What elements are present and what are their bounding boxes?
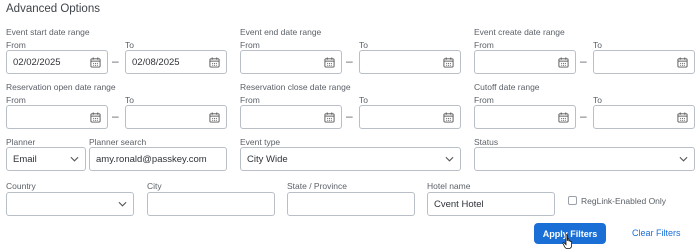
clear-filters-link[interactable]: Clear Filters xyxy=(632,228,681,238)
event-type-label: Event type xyxy=(240,137,281,147)
country-label: Country xyxy=(6,181,36,191)
range-separator: – xyxy=(580,109,587,123)
event-create-to-label: To xyxy=(593,40,602,50)
chevron-down-icon xyxy=(118,201,127,207)
event-start-to-label: To xyxy=(125,40,134,50)
event-start-to-input[interactable]: 02/08/2025 xyxy=(125,50,227,74)
reglink-checkbox[interactable] xyxy=(568,196,577,205)
event-create-label: Event create date range xyxy=(474,27,565,37)
calendar-icon[interactable] xyxy=(324,111,335,123)
planner-label: Planner xyxy=(6,137,36,147)
event-start-from-input[interactable]: 02/02/2025 xyxy=(6,50,108,74)
res-open-label: Reservation open date range xyxy=(6,82,116,92)
planner-select[interactable]: Email xyxy=(6,147,86,171)
event-start-to-value: 02/08/2025 xyxy=(132,56,180,68)
state-input[interactable] xyxy=(287,192,415,216)
cutoff-label: Cutoff date range xyxy=(474,82,540,92)
status-label: Status xyxy=(474,137,499,147)
event-end-from-input[interactable] xyxy=(240,50,342,74)
res-open-from-input[interactable] xyxy=(6,105,108,129)
planner-search-label: Planner search xyxy=(89,137,147,147)
res-close-to-input[interactable] xyxy=(359,105,461,129)
cutoff-from-label: From xyxy=(474,95,494,105)
res-close-to-label: To xyxy=(359,95,368,105)
range-separator: – xyxy=(112,109,119,123)
res-open-to-label: To xyxy=(125,95,134,105)
calendar-icon[interactable] xyxy=(209,56,220,68)
calendar-icon[interactable] xyxy=(324,56,335,68)
hand-pointer-cursor-icon xyxy=(562,234,572,249)
chevron-down-icon xyxy=(679,156,688,162)
range-separator: – xyxy=(346,54,353,68)
calendar-icon[interactable] xyxy=(558,111,569,123)
calendar-icon[interactable] xyxy=(443,56,454,68)
calendar-icon[interactable] xyxy=(677,111,688,123)
event-create-from-input[interactable] xyxy=(474,50,576,74)
range-separator: – xyxy=(580,54,587,68)
res-close-label: Reservation close date range xyxy=(240,82,351,92)
cutoff-from-input[interactable] xyxy=(474,105,576,129)
calendar-icon[interactable] xyxy=(90,111,101,123)
hotel-name-label: Hotel name xyxy=(427,181,471,191)
range-separator: – xyxy=(346,109,353,123)
res-open-to-input[interactable] xyxy=(125,105,227,129)
cutoff-to-input[interactable] xyxy=(593,105,695,129)
cutoff-to-label: To xyxy=(593,95,602,105)
event-start-from-label: From xyxy=(6,40,26,50)
event-type-value: City Wide xyxy=(247,153,288,165)
planner-search-input[interactable]: amy.ronald@passkey.com xyxy=(89,147,227,171)
res-close-from-label: From xyxy=(240,95,260,105)
calendar-icon[interactable] xyxy=(558,56,569,68)
chevron-down-icon xyxy=(445,156,454,162)
range-separator: – xyxy=(112,54,119,68)
event-type-select[interactable]: City Wide xyxy=(240,147,461,171)
state-label: State / Province xyxy=(287,181,348,191)
calendar-icon[interactable] xyxy=(209,111,220,123)
planner-value: Email xyxy=(13,153,37,165)
event-create-to-input[interactable] xyxy=(593,50,695,74)
event-end-label: Event end date range xyxy=(240,27,322,37)
reglink-label: RegLink-Enabled Only xyxy=(581,196,667,206)
event-create-from-label: From xyxy=(474,40,494,50)
calendar-icon[interactable] xyxy=(90,56,101,68)
page-title: Advanced Options xyxy=(6,3,100,15)
hotel-name-value: Cvent Hotel xyxy=(434,198,484,210)
event-end-from-label: From xyxy=(240,40,260,50)
country-select[interactable] xyxy=(6,192,134,216)
hotel-name-input[interactable]: Cvent Hotel xyxy=(427,192,555,216)
city-input[interactable] xyxy=(147,192,275,216)
status-select[interactable] xyxy=(474,147,695,171)
event-start-from-value: 02/02/2025 xyxy=(13,56,61,68)
event-end-to-input[interactable] xyxy=(359,50,461,74)
res-close-from-input[interactable] xyxy=(240,105,342,129)
event-end-to-label: To xyxy=(359,40,368,50)
calendar-icon[interactable] xyxy=(677,56,688,68)
event-start-label: Event start date range xyxy=(6,27,90,37)
res-open-from-label: From xyxy=(6,95,26,105)
city-label: City xyxy=(147,181,162,191)
calendar-icon[interactable] xyxy=(443,111,454,123)
chevron-down-icon xyxy=(70,156,79,162)
planner-search-value: amy.ronald@passkey.com xyxy=(96,153,207,165)
